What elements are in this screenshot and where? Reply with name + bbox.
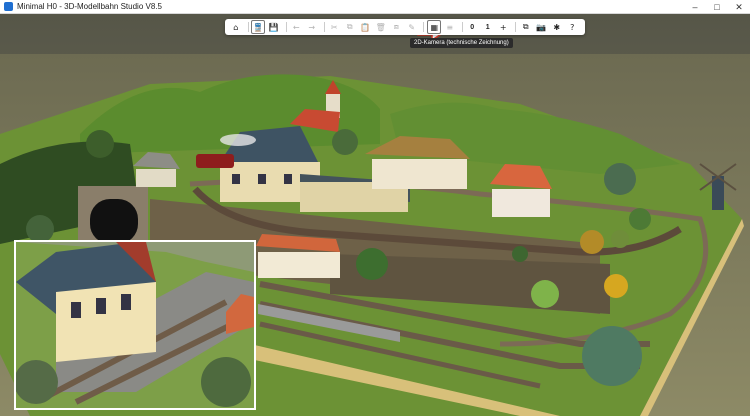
delete-button[interactable]: 🗑 — [374, 20, 388, 34]
layers-button[interactable]: ≡ — [443, 20, 457, 34]
window-button[interactable]: ⧉ — [519, 20, 533, 34]
plus-icon: + — [499, 22, 507, 32]
puzzle-icon: ✱ — [553, 22, 561, 32]
pipette-button[interactable]: ✎ — [405, 20, 419, 34]
undo-button[interactable]: ← — [290, 20, 304, 34]
main-toolbar: ⌂ 🚆 💾 ← → ✂ ⧉ 📋 🗑 ⧈ ✎ ▦ ≡ 0 1 + ⧉ 📷 ✱? — [225, 19, 585, 35]
copy-button[interactable]: ⧉ — [343, 20, 357, 34]
scissors-icon: ✂ — [330, 22, 338, 32]
tree-large — [582, 326, 642, 386]
window-icon: ⧉ — [522, 22, 529, 31]
toolbar-separator — [461, 22, 463, 32]
tree — [356, 248, 388, 280]
minimize-icon[interactable]: – — [684, 0, 706, 14]
toolbar-separator — [285, 22, 287, 32]
toolbar-separator — [515, 22, 516, 32]
help-button[interactable]: ? — [565, 20, 579, 34]
copy-icon: ⧉ — [346, 22, 353, 31]
plugins-button[interactable]: ✱ — [550, 20, 564, 34]
arrow-right-icon: → — [308, 22, 316, 32]
app-icon — [4, 2, 13, 11]
save-button[interactable]: 💾 — [267, 20, 281, 34]
cut-button[interactable]: ✂ — [327, 20, 341, 34]
counter-a[interactable]: 0 — [466, 20, 480, 34]
screenshot-button[interactable]: 📷 — [534, 20, 548, 34]
train — [196, 154, 234, 168]
farmhouse — [372, 159, 467, 189]
camera-2d-button[interactable]: ▦ — [427, 20, 442, 34]
inset-closeup-view — [14, 240, 256, 410]
toolbar-separator — [423, 22, 425, 32]
tooltip: 2D-Kamera (technische Zeichnung) — [410, 38, 513, 48]
layers-icon: ≡ — [446, 22, 454, 32]
camera-icon: 📷 — [536, 22, 547, 32]
window-titlebar: Minimal H0 - 3D-Modellbahn Studio V8.5 –… — [0, 0, 750, 14]
question-icon: ? — [570, 22, 575, 32]
clipboard-icon: 📋 — [360, 22, 371, 32]
toolbar-separator — [247, 22, 249, 32]
pipette-icon: ✎ — [408, 22, 416, 32]
toolbar-separator — [323, 22, 325, 32]
maximize-icon[interactable]: □ — [706, 0, 728, 14]
train-icon: 🚆 — [253, 22, 264, 32]
floppy-icon: 💾 — [268, 22, 279, 32]
add-button[interactable]: + — [497, 20, 511, 34]
trash-icon: 🗑 — [375, 22, 386, 32]
clone-button[interactable]: ⧈ — [389, 20, 403, 34]
counter-b[interactable]: 1 — [481, 20, 495, 34]
close-icon[interactable]: ✕ — [728, 0, 750, 14]
paste-button[interactable]: 📋 — [358, 20, 372, 34]
home-icon: ⌂ — [233, 22, 239, 32]
redo-button[interactable]: → — [305, 20, 319, 34]
home-button[interactable]: ⌂ — [229, 20, 243, 34]
stack-icon: ⧈ — [393, 22, 399, 31]
grid-icon: ▦ — [430, 22, 439, 32]
train-view-button[interactable]: 🚆 — [251, 20, 266, 34]
window-title: Minimal H0 - 3D-Modellbahn Studio V8.5 — [17, 2, 162, 11]
arrow-left-icon: ← — [292, 22, 300, 32]
